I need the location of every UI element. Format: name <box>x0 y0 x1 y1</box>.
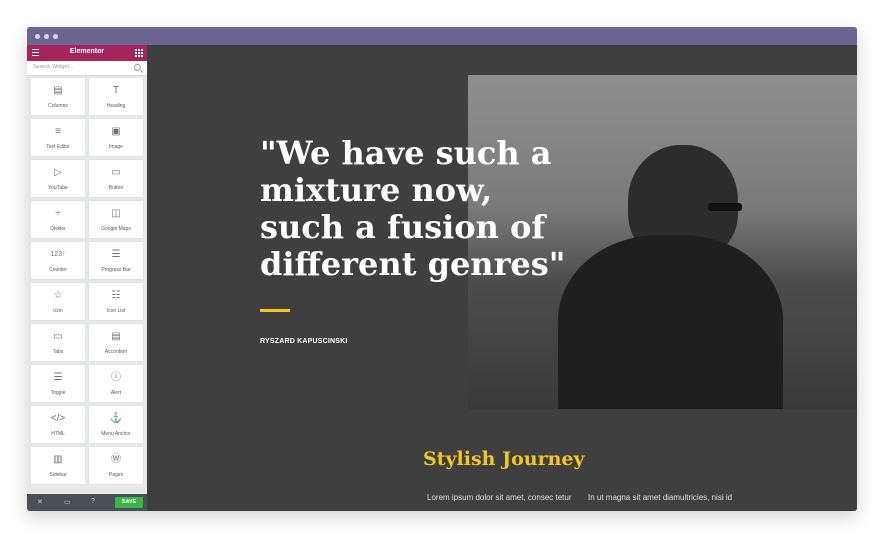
paragraph-left: Lorem ipsum dolor sit amet, consec tetur <box>427 493 572 502</box>
tabs-icon: ▭ <box>53 331 63 342</box>
elementor-panel: Elementor Search Widget... ▤ Columns T Hea… <box>27 45 147 511</box>
text-editor-icon: ≡ <box>55 126 61 137</box>
save-button[interactable]: SAVE <box>115 497 143 508</box>
widget-image[interactable]: ▣ Image <box>89 119 143 156</box>
widget-menu-anchor[interactable]: ⚓ Menu Anchor <box>89 406 143 443</box>
preview-canvas: "We have such a mixture now, such a fusi… <box>147 45 857 511</box>
window-dot-icon[interactable] <box>35 34 40 39</box>
widget-google-maps[interactable]: ◫ Google Maps <box>89 201 143 238</box>
widget-youtube[interactable]: ▷ YouTube <box>31 160 85 197</box>
window-dot-icon[interactable] <box>44 34 49 39</box>
quote-line: "We have such a <box>260 134 552 172</box>
panel-header: Elementor <box>27 45 147 61</box>
heading-icon: T <box>112 85 120 96</box>
responsive-mode-icon[interactable]: ▭ <box>64 498 71 506</box>
panel-title: Elementor <box>69 48 105 55</box>
help-icon[interactable]: ? <box>91 498 95 505</box>
browser-window: Elementor Search Widget... ▤ Columns T Hea… <box>27 27 857 511</box>
progress-bar-icon: ☰ <box>111 249 121 260</box>
window-dot-icon[interactable] <box>53 34 58 39</box>
widget-sidebar[interactable]: ▥ Sidebar <box>31 447 85 484</box>
widget-alert[interactable]: ⓘ Alert <box>89 365 143 402</box>
widget-heading[interactable]: T Heading <box>89 78 143 115</box>
quote-author: RYSZARD KAPUSCINSKI <box>260 338 348 345</box>
close-icon[interactable]: ✕ <box>37 498 43 506</box>
widget-accordion[interactable]: ▤ Accordion <box>89 324 143 361</box>
widget-divider[interactable]: ÷ Divider <box>31 201 85 238</box>
star-icon: ☆ <box>53 290 63 301</box>
hero-quote: "We have such a mixture now, such a fusi… <box>260 135 580 283</box>
widget-icon-list[interactable]: ☷ Icon List <box>89 283 143 320</box>
widget-pages[interactable]: Ⓦ Pages <box>89 447 143 484</box>
quote-line: different genres" <box>260 245 566 283</box>
paragraph-right: In ut magna sit amet diamultricies, nisi… <box>588 493 733 502</box>
window-titlebar <box>27 27 857 45</box>
anchor-icon: ⚓ <box>109 413 123 424</box>
sidebar-icon: ▥ <box>53 454 63 465</box>
widget-button[interactable]: ▭ Button <box>89 160 143 197</box>
widget-progress-bar[interactable]: ☰ Progress Bar <box>89 242 143 279</box>
widget-tabs[interactable]: ▭ Tabs <box>31 324 85 361</box>
wordpress-icon: Ⓦ <box>111 454 121 465</box>
counter-icon: 123↑ <box>50 251 66 258</box>
quote-line: such a fusion of <box>260 208 546 246</box>
widget-icon[interactable]: ☆ Icon <box>31 283 85 320</box>
google-maps-icon: ◫ <box>111 208 121 219</box>
icon-list-icon: ☷ <box>111 290 121 301</box>
widget-counter[interactable]: 123↑ Counter <box>31 242 85 279</box>
photo-figure-body <box>558 235 783 409</box>
grid-icon[interactable] <box>135 49 143 57</box>
divider-icon: ÷ <box>55 208 61 219</box>
widget-columns[interactable]: ▤ Columns <box>31 78 85 115</box>
alert-icon: ⓘ <box>111 372 121 383</box>
panel-footer: ✕ ▭ ? SAVE <box>27 494 147 511</box>
accordion-icon: ▤ <box>111 331 121 342</box>
widget-text-editor[interactable]: ≡ Text Editor <box>31 119 85 156</box>
quote-line: mixture now, <box>260 171 493 209</box>
image-icon: ▣ <box>111 126 121 137</box>
youtube-icon: ▷ <box>54 167 62 178</box>
search-input[interactable]: Search Widget... <box>33 64 74 70</box>
section-title: Stylish Journey <box>423 448 585 470</box>
search-icon <box>134 64 141 71</box>
toggle-icon: ☰ <box>53 372 63 383</box>
widget-search[interactable]: Search Widget... <box>27 61 147 76</box>
widget-html[interactable]: </> HTML <box>31 406 85 443</box>
columns-icon: ▤ <box>53 85 63 96</box>
code-icon: </> <box>50 413 66 424</box>
button-icon: ▭ <box>111 167 121 178</box>
photo-figure-glasses <box>708 203 742 211</box>
accent-divider <box>260 309 290 312</box>
widget-toggle[interactable]: ☰ Toggle <box>31 365 85 402</box>
